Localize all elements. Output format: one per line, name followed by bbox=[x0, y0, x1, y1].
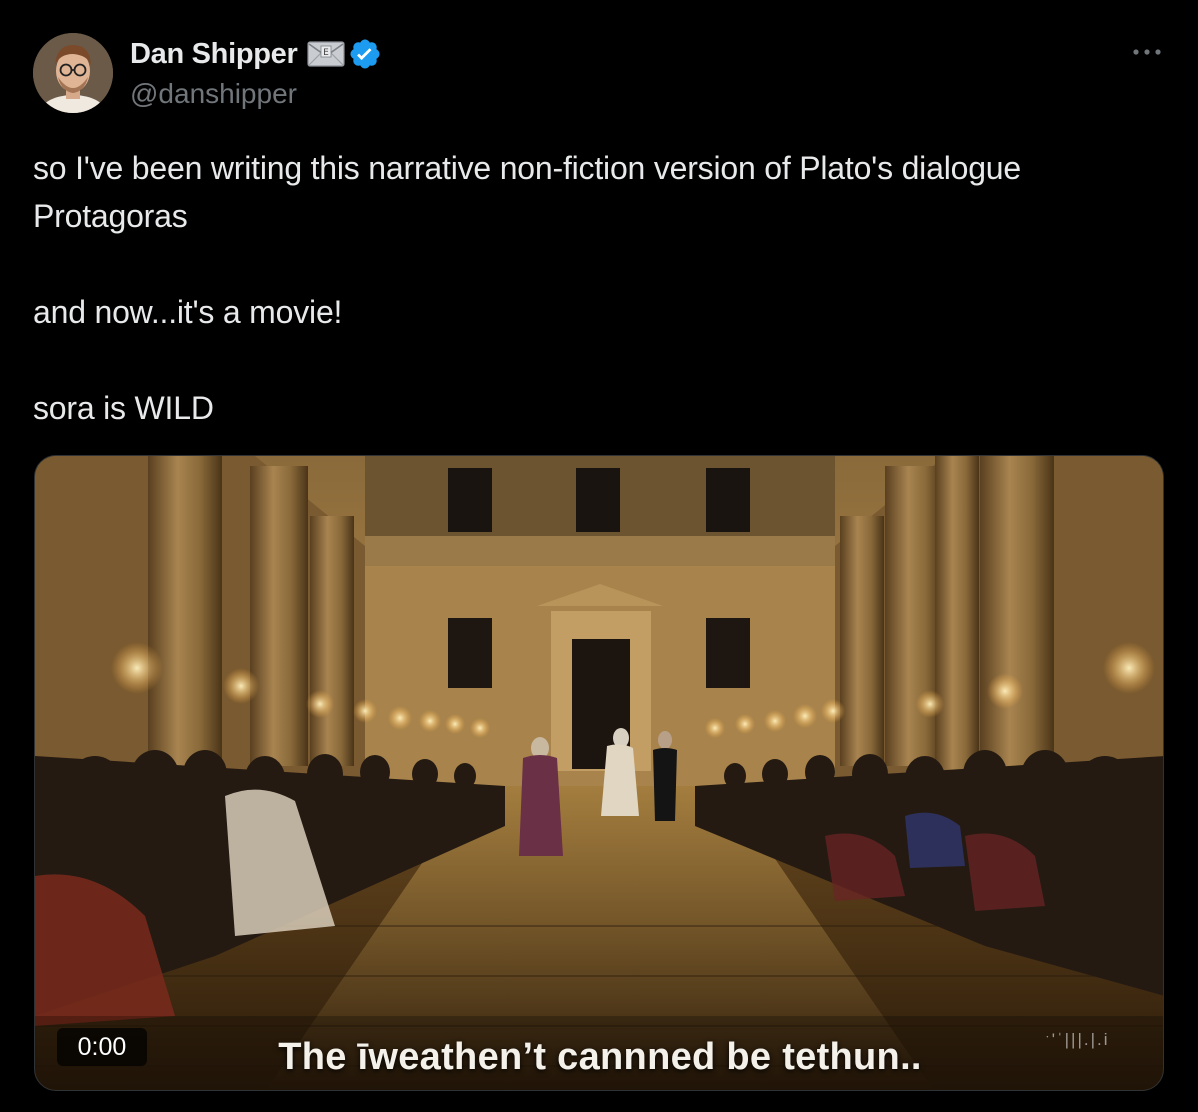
author-handle[interactable]: @danshipper bbox=[130, 78, 297, 110]
tweet-paragraph: and now...it's a movie! bbox=[33, 294, 343, 330]
tweet-paragraph: sora is WILD bbox=[33, 390, 214, 426]
video-player[interactable]: 0:00 The īweathen’t cannned be tethun.. … bbox=[34, 455, 1164, 1091]
tweet: Dan Shipper E @danshipper so I've been w… bbox=[0, 0, 1198, 1112]
tweet-paragraph: so I've been writing this narrative non-… bbox=[33, 150, 1030, 234]
tweet-text: so I've been writing this narrative non-… bbox=[33, 144, 1163, 432]
verified-check-icon[interactable] bbox=[348, 37, 382, 71]
more-horizontal-icon[interactable] bbox=[1130, 42, 1164, 62]
user-avatar bbox=[33, 33, 113, 113]
mail-badge-letter: E bbox=[323, 48, 329, 58]
avatar[interactable] bbox=[33, 33, 113, 113]
video-frame-candlelit-hall bbox=[35, 456, 1163, 1090]
envelope-icon: E bbox=[306, 41, 345, 67]
author-name-row: Dan Shipper E bbox=[130, 36, 382, 72]
author-display-name[interactable]: Dan Shipper bbox=[130, 38, 298, 71]
video-watermark: ˑ'ˈ|||.|.i bbox=[1045, 1030, 1110, 1049]
video-caption: The īweathen’t cannned be tethun.. bbox=[278, 1036, 922, 1078]
